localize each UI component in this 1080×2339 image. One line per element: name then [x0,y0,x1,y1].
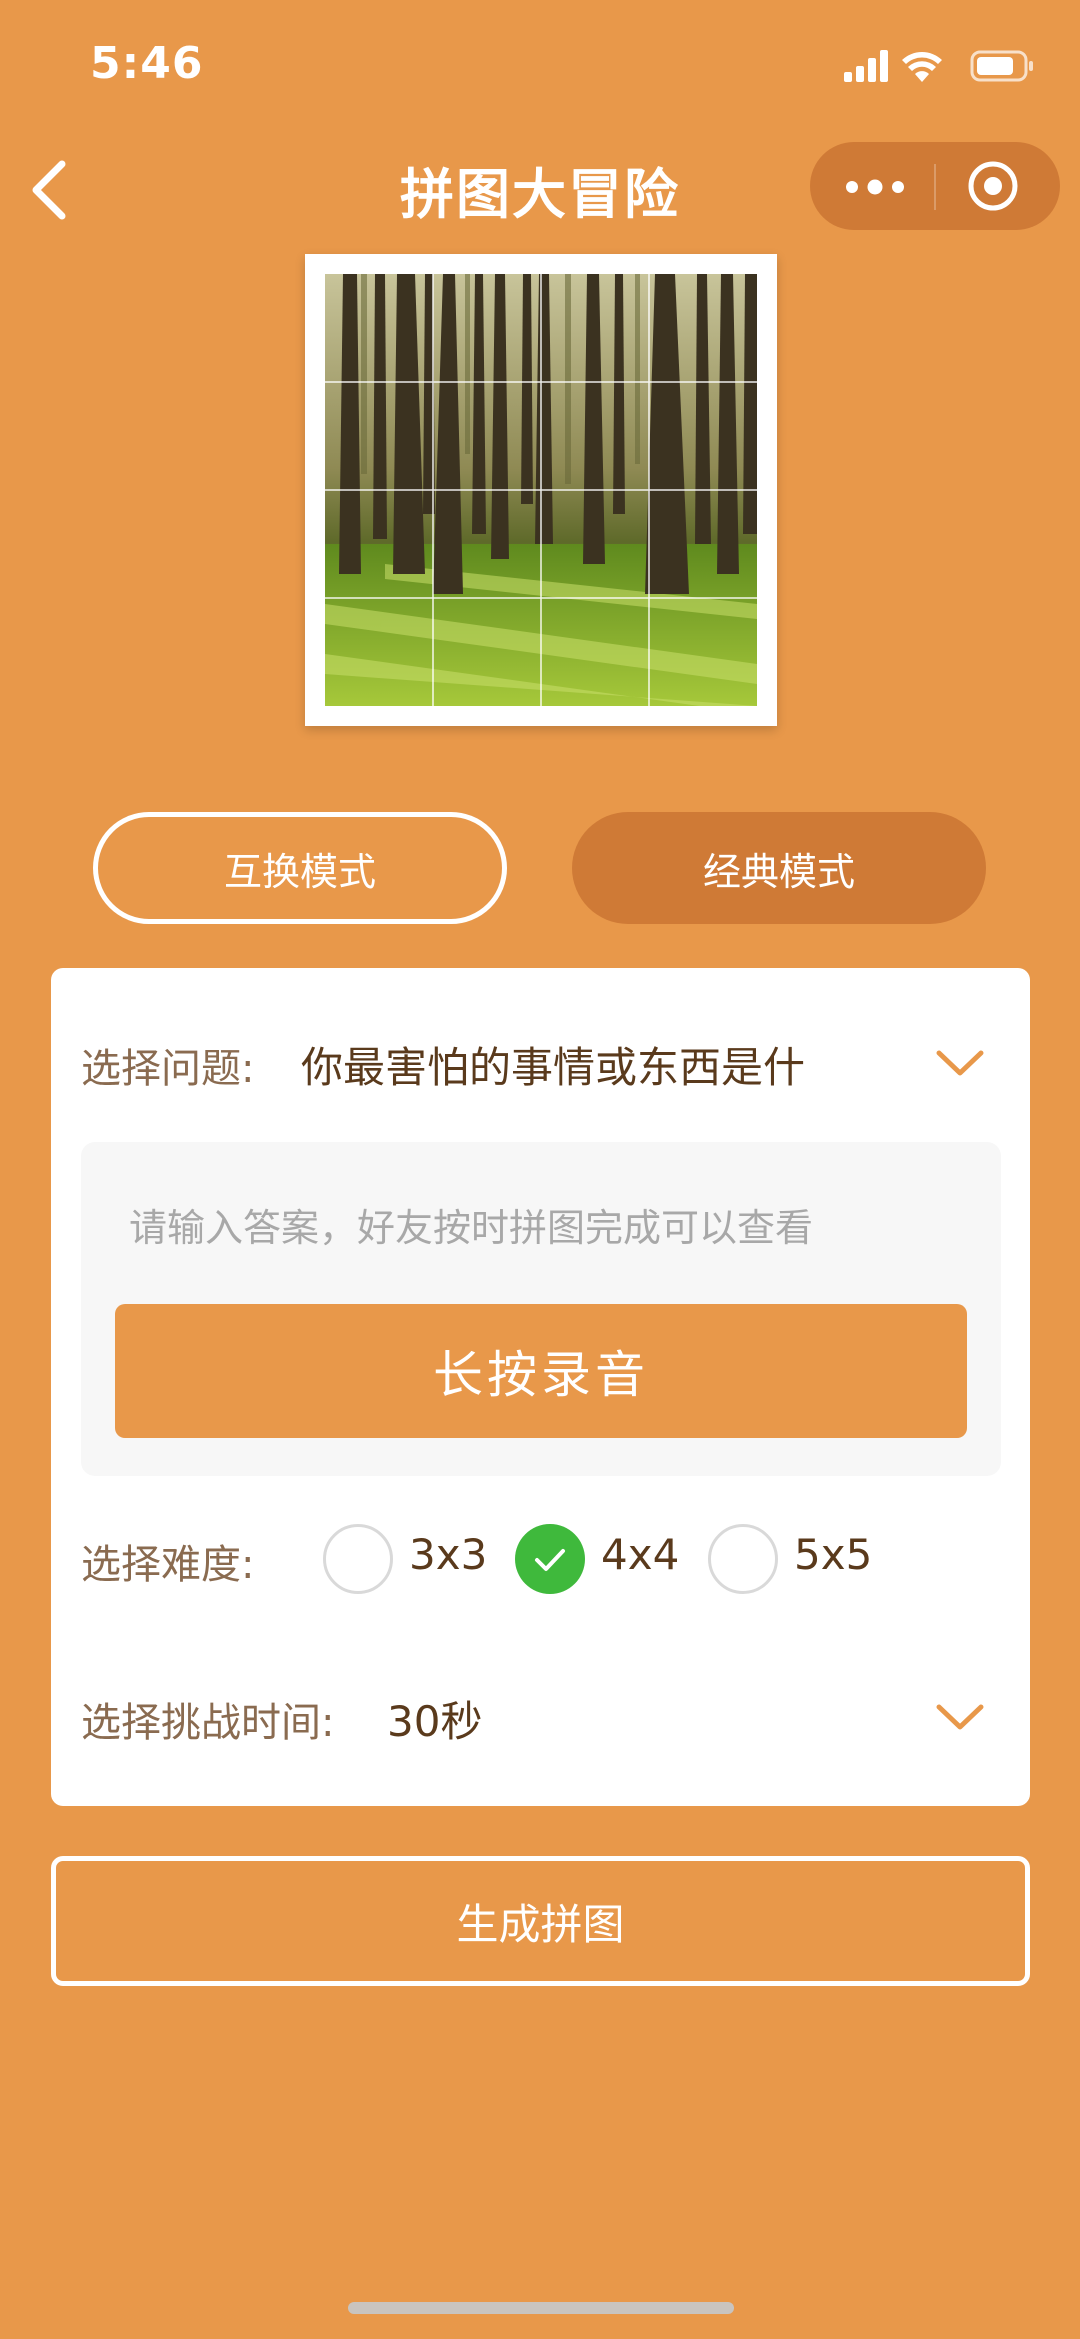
puzzle-settings-card: 选择问题: 你最害怕的事情或东西是什 长按录音 选择难度: 3x3 4x4 5x… [51,968,1030,1806]
chevron-down-icon[interactable] [935,1702,985,1732]
battery-icon [970,50,1033,82]
difficulty-radio-5x5[interactable] [708,1524,778,1594]
difficulty-option-5x5[interactable]: 5x5 [794,1530,872,1579]
mini-program-capsule [810,142,1060,230]
capsule-divider [934,164,936,210]
time-label: 选择挑战时间: [81,1700,335,1746]
swap-mode-button[interactable]: 互换模式 [93,812,507,924]
home-indicator [348,2302,734,2314]
puzzle-preview [305,254,777,726]
puzzle-image [325,274,757,706]
difficulty-label: 选择难度: [81,1542,255,1588]
difficulty-radio-3x3[interactable] [323,1524,393,1594]
record-voice-button[interactable]: 长按录音 [115,1304,967,1438]
question-select[interactable]: 你最害怕的事情或东西是什 [301,1034,805,1095]
chevron-down-icon[interactable] [935,1048,985,1078]
generate-puzzle-button[interactable]: 生成拼图 [51,1856,1030,1986]
time-select[interactable]: 30秒 [387,1688,482,1749]
classic-mode-button[interactable]: 经典模式 [572,812,986,924]
difficulty-option-3x3[interactable]: 3x3 [409,1530,487,1579]
status-time: 5:46 [90,38,204,89]
difficulty-radio-4x4[interactable] [515,1524,585,1594]
answer-panel: 长按录音 [81,1142,1001,1476]
target-icon[interactable] [965,158,1021,214]
wifi-icon [902,52,942,82]
more-dots-icon[interactable] [840,170,910,204]
status-icons [842,46,1042,86]
answer-input[interactable] [129,1206,949,1250]
check-icon [535,1549,565,1571]
difficulty-option-4x4[interactable]: 4x4 [601,1530,679,1579]
signal-icon [844,50,888,82]
question-label: 选择问题: [81,1046,255,1092]
